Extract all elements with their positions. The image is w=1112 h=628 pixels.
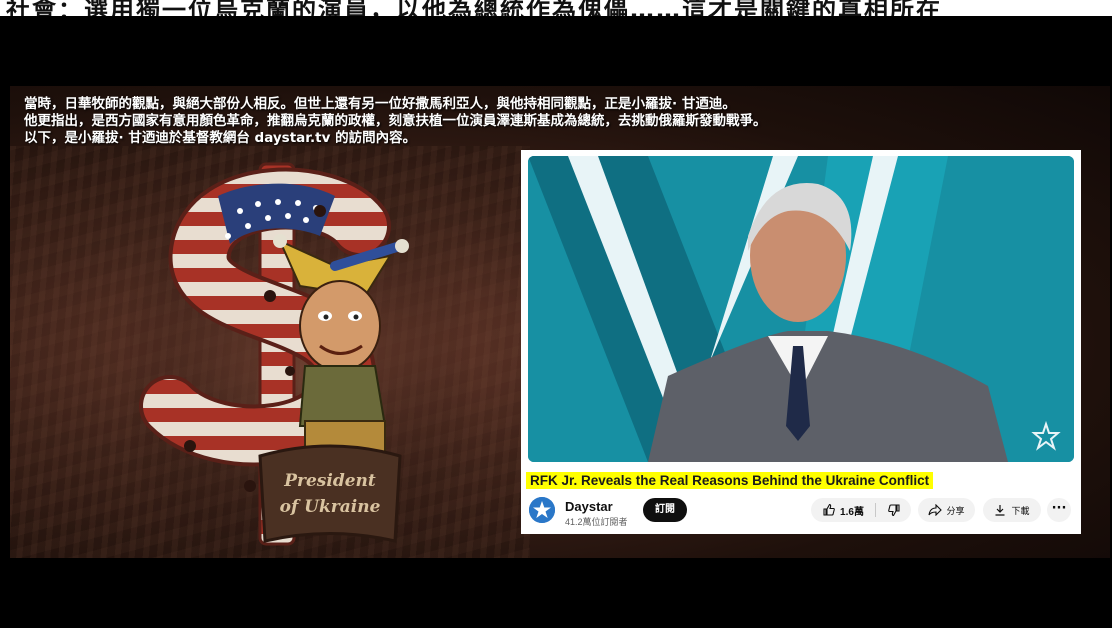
download-icon — [995, 505, 1005, 516]
download-label: 下載 — [1011, 506, 1030, 517]
share-button[interactable]: 分享 — [918, 498, 975, 522]
subtitle-line-2: 他更指出，是西方國家有意用顏色革命，推翻烏克蘭的政權，刻意扶植一位演員澤連斯基成… — [24, 113, 767, 129]
video-thumbnail — [528, 156, 1074, 462]
cartoon-banner-line2: of Ukraine — [280, 497, 381, 517]
channel-avatar[interactable] — [529, 497, 555, 523]
top-strip-text: 社會：選用獨一位烏克蘭的演員，以他為總統作為傀儡……這才是關鍵的真相所在 — [6, 0, 942, 16]
daystar-star-icon — [529, 497, 555, 523]
cartoon-banner-line1: President — [283, 471, 376, 491]
subscribe-button[interactable]: 訂閱 — [643, 498, 687, 522]
like-dislike-group: 1.6萬 — [811, 498, 911, 522]
share-icon — [928, 504, 943, 516]
like-icon — [823, 503, 835, 516]
more-actions-button[interactable]: ··· — [1047, 498, 1071, 522]
video-title-wrap: RFK Jr. Reveals the Real Reasons Behind … — [526, 470, 934, 489]
dislike-icon — [887, 504, 900, 517]
video-title[interactable]: RFK Jr. Reveals the Real Reasons Behind … — [526, 472, 934, 489]
video-frame: 當時，日華牧師的觀點，與絕大部份人相反。但世上還有另一位好撒馬利亞人，與他持相同… — [10, 86, 1110, 558]
subscriber-count: 41.2萬位訂閱者 — [565, 517, 628, 527]
video-player[interactable] — [528, 156, 1074, 462]
dislike-button[interactable] — [876, 498, 911, 522]
subtitle-line-1: 當時，日華牧師的觀點，與絕大部份人相反。但世上還有另一位好撒馬利亞人，與他持相同… — [24, 96, 736, 112]
channel-name[interactable]: Daystar — [565, 499, 613, 514]
cartoon-illustration: President of Ukraine — [130, 156, 470, 556]
share-label: 分享 — [946, 506, 965, 517]
like-button[interactable]: 1.6萬 — [811, 498, 875, 522]
subtitle-block: 當時，日華牧師的觀點，與絕大部份人相反。但世上還有另一位好撒馬利亞人，與他持相同… — [24, 96, 1104, 147]
youtube-card: RFK Jr. Reveals the Real Reasons Behind … — [521, 150, 1081, 534]
top-subtitle-strip: 社會：選用獨一位烏克蘭的演員，以他為總統作為傀儡……這才是關鍵的真相所在 — [0, 0, 1112, 16]
like-count: 1.6萬 — [840, 506, 864, 518]
subtitle-line-3: 以下，是小羅拔· 甘迺迪於基督教網台 daystar.tv 的訪問內容。 — [24, 130, 417, 146]
download-button[interactable]: 下載 — [983, 498, 1041, 522]
